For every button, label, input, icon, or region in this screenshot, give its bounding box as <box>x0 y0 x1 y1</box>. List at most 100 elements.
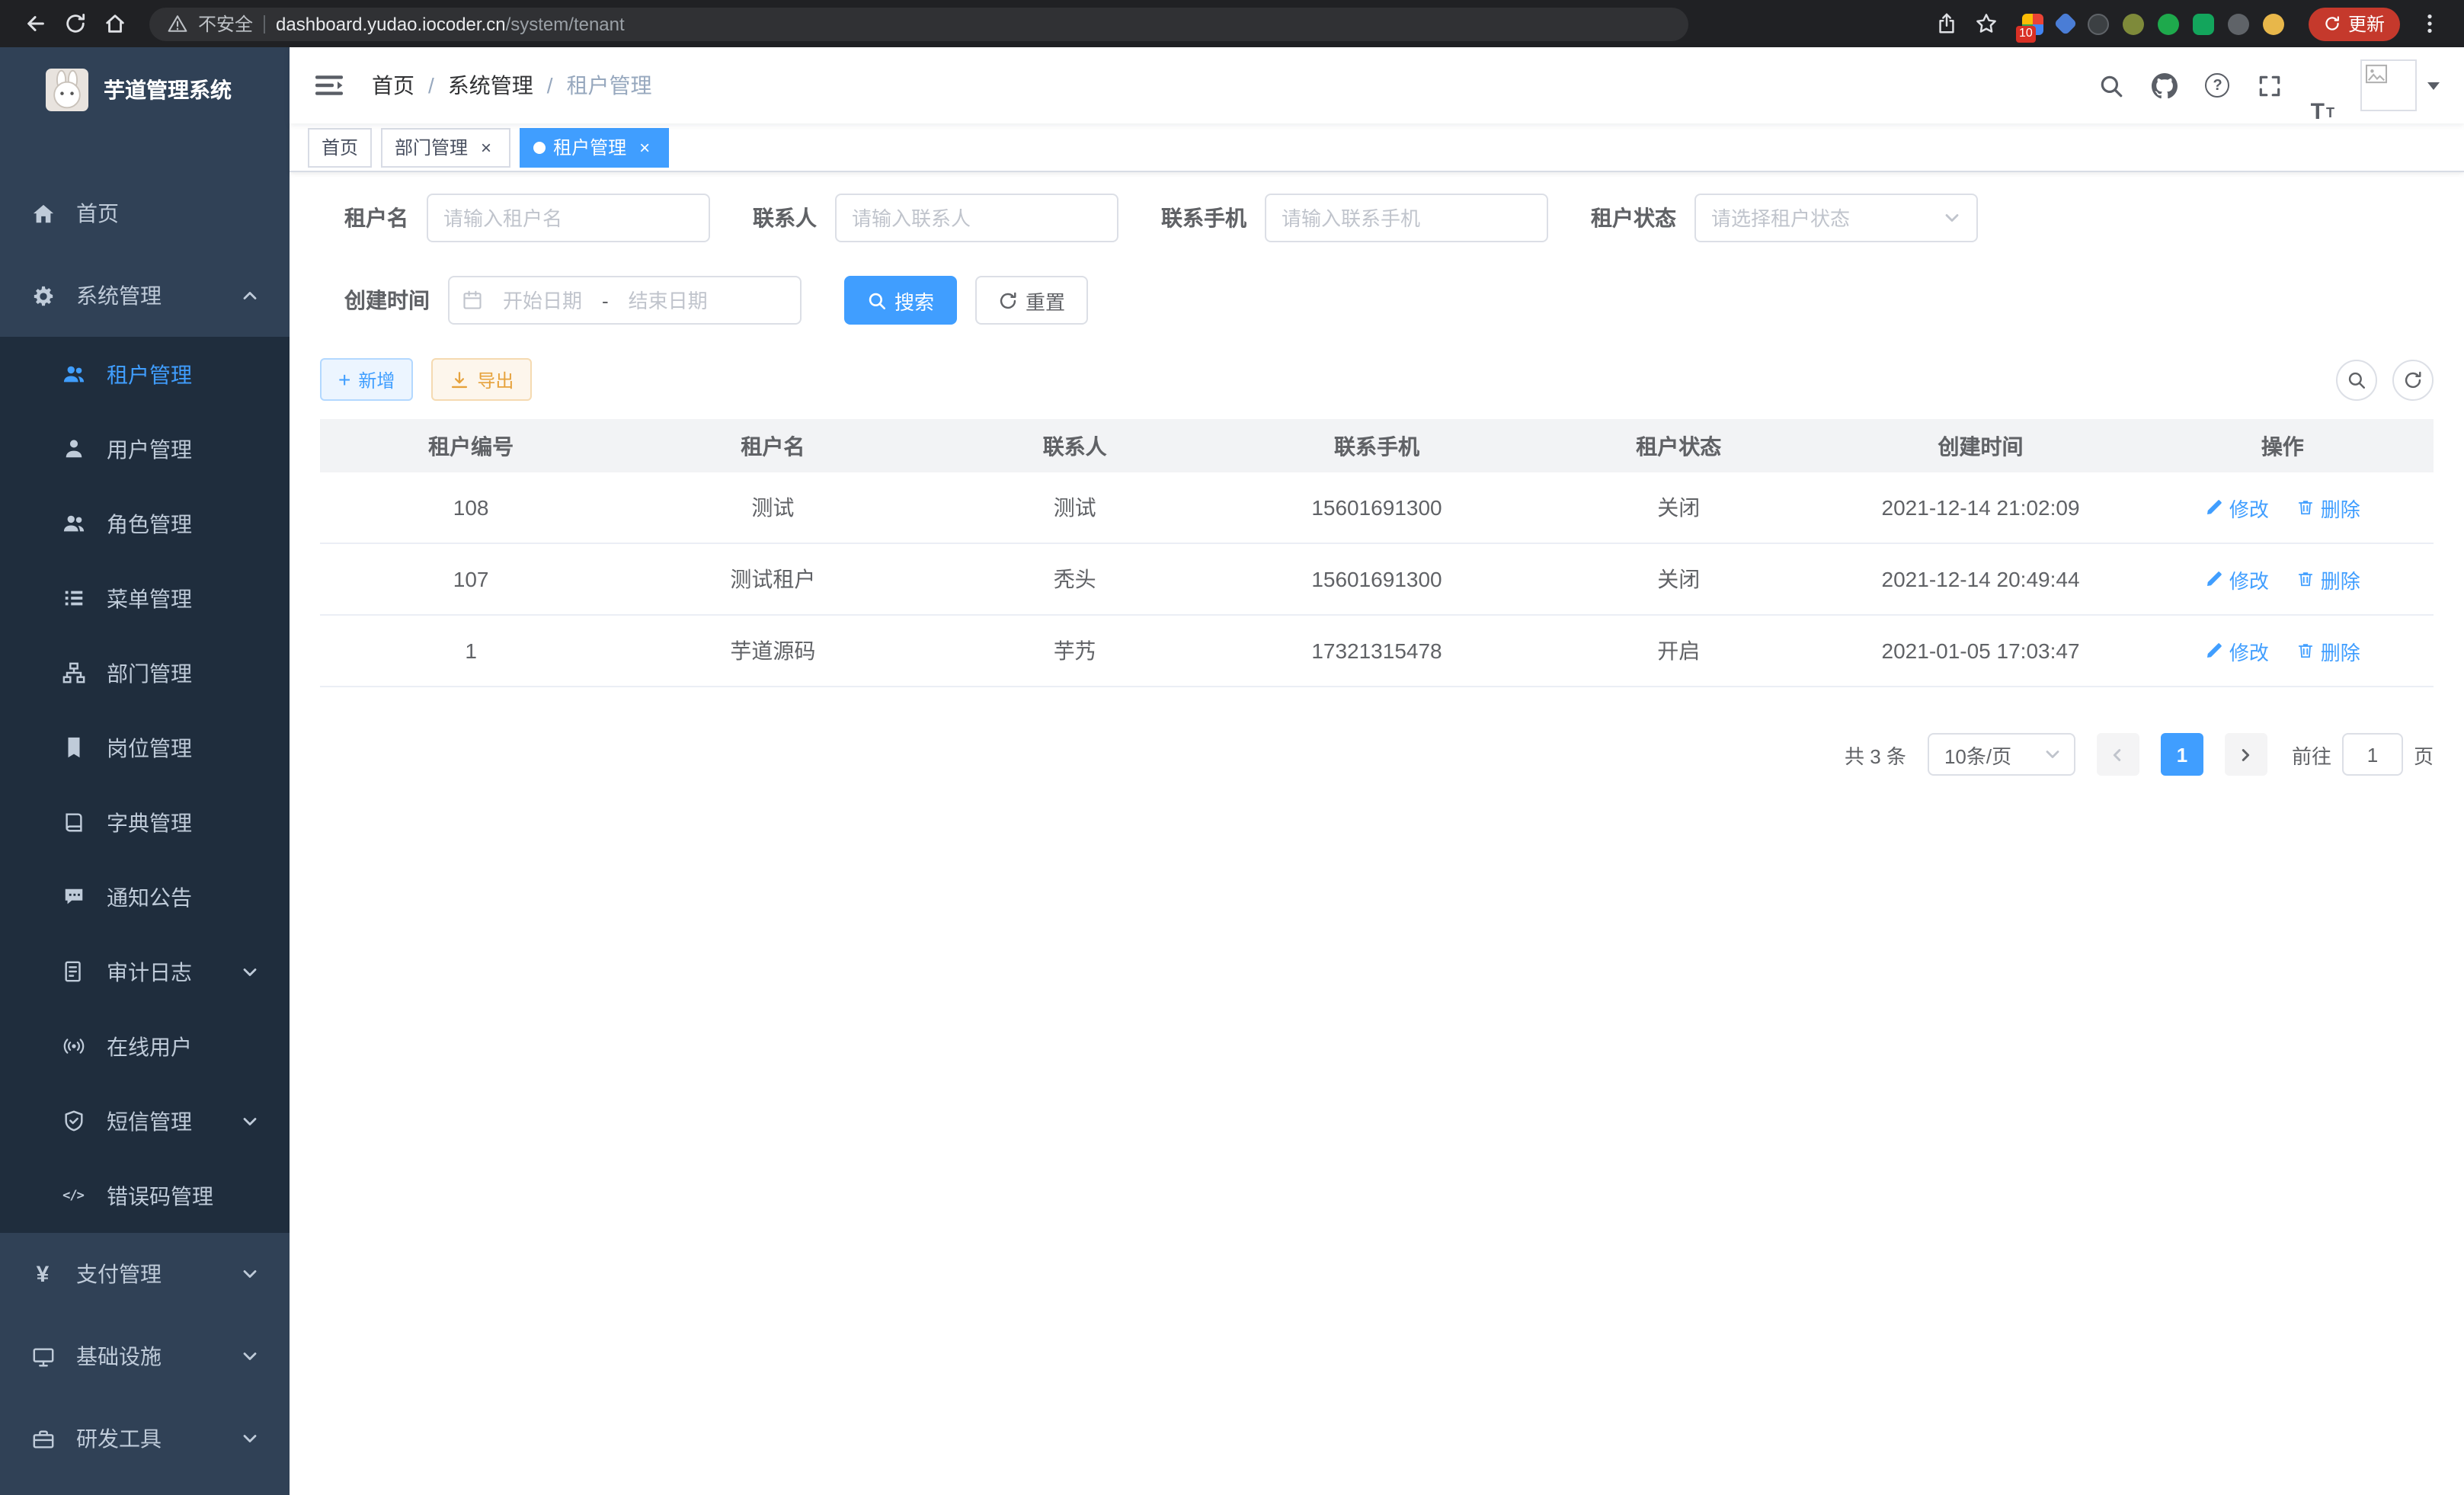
hamburger-icon[interactable] <box>314 70 344 101</box>
sidebar-item-dict[interactable]: 字典管理 <box>0 785 290 860</box>
contact-input[interactable] <box>852 206 1102 229</box>
payment-yen-icon: ¥ <box>30 1262 55 1286</box>
user-icon <box>61 437 85 461</box>
tab-close-icon[interactable]: × <box>475 136 497 158</box>
sidebar-item-dev-tools[interactable]: 研发工具 <box>0 1397 290 1480</box>
sidebar-item-audit-log[interactable]: 审计日志 <box>0 934 290 1009</box>
extension-icon-5[interactable] <box>2158 13 2179 34</box>
browser-home-icon[interactable] <box>94 5 134 42</box>
goto-page-input[interactable] <box>2342 733 2403 776</box>
tab-home[interactable]: 首页 <box>308 127 372 167</box>
delete-button[interactable]: 删除 <box>2296 565 2360 594</box>
toggle-search-icon[interactable] <box>2336 359 2377 400</box>
browser-extensions: 10 <box>2022 13 2284 34</box>
status-select[interactable] <box>1694 194 1978 242</box>
export-button-label: 导出 <box>477 367 514 392</box>
status-select-input[interactable] <box>1711 206 1943 229</box>
edit-button[interactable]: 修改 <box>2205 565 2269 594</box>
cell-status: 关闭 <box>1528 492 1829 523</box>
trash-icon <box>2296 642 2315 660</box>
extension-icon-4[interactable] <box>2123 13 2144 34</box>
extension-icon-3[interactable] <box>2088 13 2109 34</box>
sidebar-item-sms[interactable]: 短信管理 <box>0 1084 290 1158</box>
browser-refresh-icon[interactable] <box>55 5 94 42</box>
tab-dept[interactable]: 部门管理 × <box>381 127 510 167</box>
page-unit-label: 页 <box>2414 740 2434 769</box>
edit-label: 修改 <box>2229 493 2269 522</box>
phone-input[interactable] <box>1282 206 1531 229</box>
add-button[interactable]: + 新增 <box>320 358 413 401</box>
reset-button[interactable]: 重置 <box>975 276 1088 325</box>
github-icon[interactable] <box>2139 47 2192 123</box>
extension-icon-6[interactable] <box>2193 13 2214 34</box>
main-area: 首页 / 系统管理 / 租户管理 ? <box>290 47 2464 1495</box>
edit-button[interactable]: 修改 <box>2205 636 2269 665</box>
sidebar-item-system[interactable]: 系统管理 <box>0 255 290 337</box>
cell-contact: 芋艿 <box>924 635 1226 666</box>
sidebar-item-infra[interactable]: 基础设施 <box>0 1315 290 1397</box>
sidebar-item-online-user[interactable]: 在线用户 <box>0 1009 290 1084</box>
cell-created: 2021-01-05 17:03:47 <box>1829 639 2131 663</box>
next-page-button[interactable] <box>2225 733 2267 776</box>
question-mark-glyph: ? <box>2206 73 2230 98</box>
delete-button[interactable]: 删除 <box>2296 636 2360 665</box>
address-bar[interactable]: 不安全 dashboard.yudao.iocoder.cn/system/te… <box>149 7 1688 40</box>
page-number-button[interactable]: 1 <box>2161 733 2203 776</box>
download-icon <box>450 370 469 389</box>
extension-icon-1[interactable]: 10 <box>2022 13 2043 34</box>
refresh-table-icon[interactable] <box>2392 359 2434 400</box>
tab-label: 部门管理 <box>395 134 468 160</box>
column-header: 联系手机 <box>1226 419 1528 472</box>
audit-log-icon <box>61 959 85 984</box>
edit-button[interactable]: 修改 <box>2205 493 2269 522</box>
browser-back-icon[interactable] <box>15 5 55 42</box>
tenant-name-input[interactable] <box>443 206 693 229</box>
tags-view: 首页 部门管理 × 租户管理 × <box>290 123 2464 172</box>
search-button[interactable]: 搜索 <box>844 276 957 325</box>
sidebar-item-post[interactable]: 岗位管理 <box>0 710 290 785</box>
search-form: 租户名 联系人 联系手机 租户状态 <box>320 194 2434 325</box>
post-badge-icon <box>61 735 85 760</box>
header-search-icon[interactable] <box>2085 47 2139 123</box>
page-size-select[interactable]: 10条/页 <box>1928 733 2075 776</box>
extension-icon-8[interactable] <box>2263 13 2284 34</box>
cell-contact: 秃头 <box>924 564 1226 594</box>
sidebar-item-notice[interactable]: 通知公告 <box>0 860 290 934</box>
delete-button[interactable]: 删除 <box>2296 493 2360 522</box>
security-label[interactable]: 不安全 <box>198 11 253 37</box>
sidebar-item-user[interactable]: 用户管理 <box>0 411 290 486</box>
breadcrumb-home[interactable]: 首页 <box>372 70 414 101</box>
date-range-picker[interactable]: - <box>448 276 802 325</box>
tab-close-icon[interactable]: × <box>634 136 655 158</box>
export-button[interactable]: 导出 <box>431 358 532 401</box>
edit-pencil-icon <box>2205 642 2223 660</box>
sidebar-item-tenant[interactable]: 租户管理 <box>0 337 290 411</box>
sidebar-item-home[interactable]: 首页 <box>0 172 290 255</box>
url-text[interactable]: dashboard.yudao.iocoder.cn/system/tenant <box>276 13 625 34</box>
sidebar-item-role[interactable]: 角色管理 <box>0 486 290 561</box>
sidebar-item-menu[interactable]: 菜单管理 <box>0 561 290 635</box>
browser-menu-kebab-icon[interactable] <box>2409 5 2449 42</box>
user-avatar-menu[interactable] <box>2360 59 2440 111</box>
share-icon[interactable] <box>1928 5 1967 42</box>
browser-update-button[interactable]: 更新 <box>2309 7 2400 40</box>
bookmark-star-icon[interactable] <box>1967 5 2007 42</box>
tab-tenant[interactable]: 租户管理 × <box>520 127 669 167</box>
sidebar-item-payment[interactable]: ¥ 支付管理 <box>0 1233 290 1315</box>
update-button-label: 更新 <box>2348 11 2385 37</box>
cell-tenant-name: 测试租户 <box>622 564 923 594</box>
extension-icon-7[interactable] <box>2228 13 2249 34</box>
font-size-icon[interactable]: TT <box>2297 47 2348 123</box>
error-code-icon: </> <box>61 1183 85 1208</box>
prev-page-button[interactable] <box>2097 733 2139 776</box>
logo[interactable]: 芋道管理系统 <box>0 47 290 133</box>
end-date-input[interactable] <box>612 289 725 312</box>
sidebar-item-dept[interactable]: 部门管理 <box>0 635 290 710</box>
sidebar-item-error-code[interactable]: </> 错误码管理 <box>0 1158 290 1233</box>
fullscreen-icon[interactable] <box>2244 47 2297 123</box>
help-icon[interactable]: ? <box>2192 47 2244 123</box>
breadcrumb-system[interactable]: 系统管理 <box>448 70 533 101</box>
chevron-down-icon <box>2043 745 2062 764</box>
start-date-input[interactable] <box>486 289 599 312</box>
extension-icon-2[interactable] <box>2053 11 2077 35</box>
